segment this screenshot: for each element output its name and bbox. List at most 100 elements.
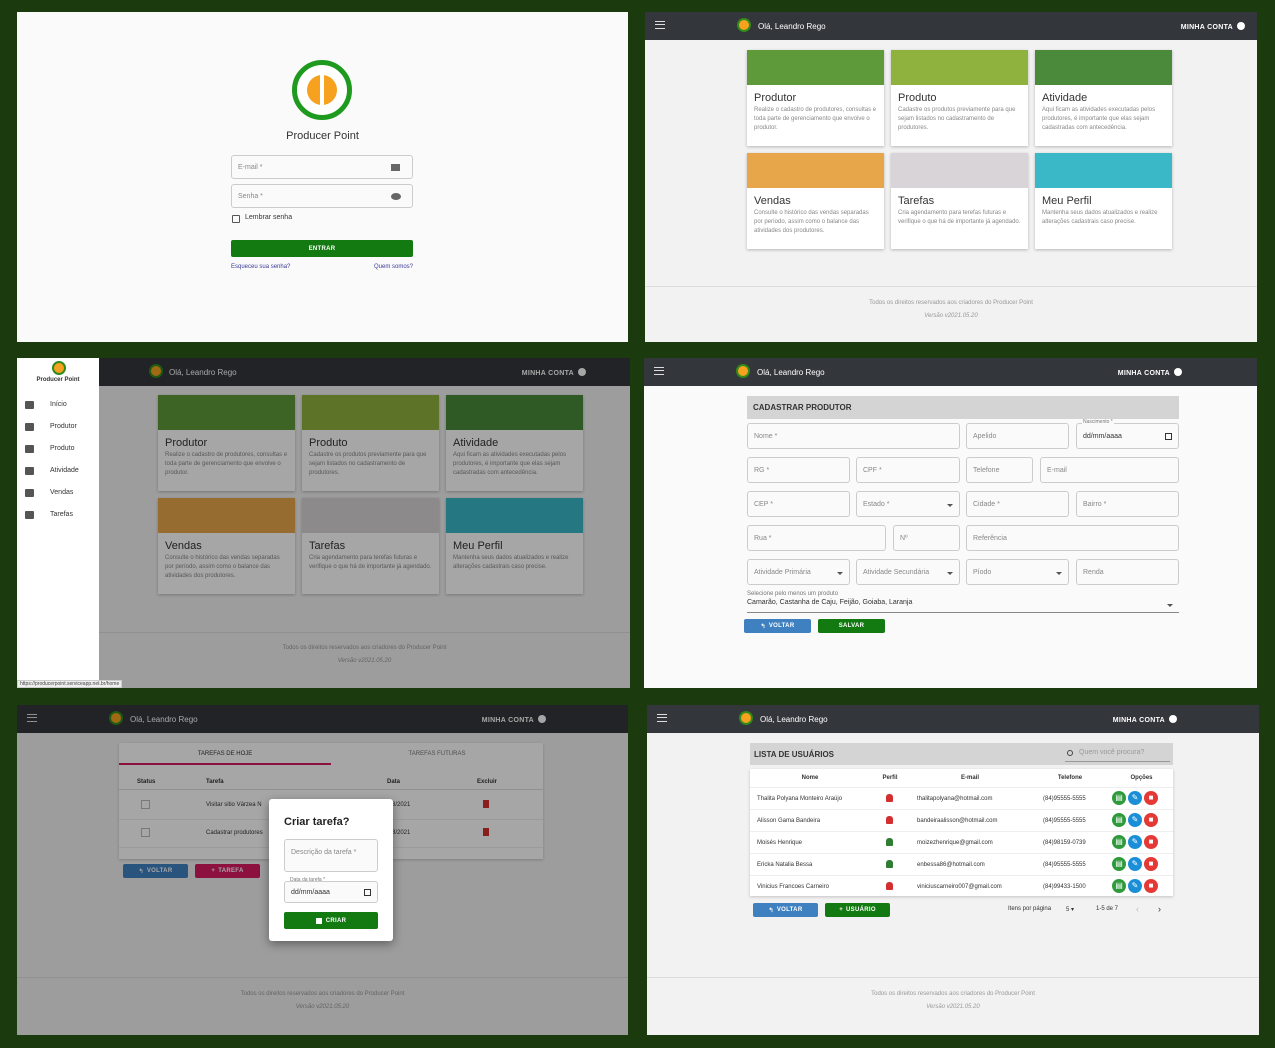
card-atividade[interactable]: Atividade Aqui ficam as atividades execut…	[1035, 50, 1172, 146]
account-button[interactable]: MINHA CONTA	[1181, 22, 1245, 31]
task-date-field[interactable]: dd/mm/aaaa	[284, 881, 378, 903]
calendar-icon[interactable]	[364, 889, 371, 896]
edit-icon[interactable]: ✎	[1128, 857, 1142, 871]
delete-icon[interactable]: ■	[1144, 813, 1158, 827]
card-produto[interactable]: Produto Cadastre os produtos previamente …	[891, 50, 1028, 146]
about-link[interactable]: Quem somos?	[374, 264, 413, 270]
user-phone: (84)98159-0739	[1043, 840, 1086, 846]
delete-icon[interactable]: ■	[1144, 791, 1158, 805]
card-tarefas[interactable]: Tarefas Cria agendamento para terefas fut…	[891, 153, 1028, 249]
email-field[interactable]: E-mail *	[231, 155, 413, 179]
rua-field[interactable]: Rua *	[747, 525, 886, 551]
footer: Todos os direitos reservados aos criador…	[871, 991, 1035, 1010]
calendar-icon[interactable]	[1165, 433, 1172, 440]
card-meu-perfil[interactable]: Meu Perfil Mantenha seus dados atualizado…	[1035, 153, 1172, 249]
report-icon[interactable]: ▤	[1112, 791, 1126, 805]
nome-field[interactable]: Nome *	[747, 423, 960, 449]
person-icon	[886, 816, 893, 824]
visibility-off-icon[interactable]	[391, 193, 401, 200]
menu-icon[interactable]	[654, 367, 664, 375]
prev-page-icon[interactable]: ‹	[1136, 904, 1139, 914]
top-bar: Olá, Leandro Rego MINHA CONTA	[644, 358, 1257, 386]
cep-field[interactable]: CEP *	[747, 491, 850, 517]
delete-icon[interactable]: ■	[1144, 857, 1158, 871]
nascimento-label: Nascimento *	[1082, 419, 1114, 425]
menu-icon[interactable]	[655, 21, 665, 29]
logo-small	[737, 18, 751, 32]
referencia-field[interactable]: Referência	[966, 525, 1179, 551]
card-description: Mantenha seus dados atualizados e realiz…	[1042, 210, 1158, 225]
numero-field[interactable]: Nº	[893, 525, 960, 551]
clipboard-icon	[25, 511, 34, 519]
report-icon[interactable]: ▤	[1112, 879, 1126, 893]
task-description-field[interactable]: Descrição da tarefa *	[284, 839, 378, 872]
salvar-button[interactable]: SALVAR	[818, 619, 885, 633]
home-panel: Olá, Leandro Rego MINHA CONTA Produtor Re…	[645, 12, 1257, 342]
cidade-field[interactable]: Cidade *	[966, 491, 1069, 517]
sidebar-item-label: Produtor	[50, 423, 77, 430]
nascimento-field[interactable]: dd/mm/aaaa	[1076, 423, 1179, 449]
account-button[interactable]: MINHA CONTA	[1113, 715, 1177, 724]
logo-small	[739, 711, 753, 725]
enter-button[interactable]: ENTRAR	[231, 240, 413, 257]
user-header: Opções	[1130, 775, 1153, 781]
delete-icon[interactable]: ■	[1144, 835, 1158, 849]
report-icon[interactable]: ▤	[1112, 813, 1126, 827]
user-name: Ericka Natalia Bessa	[757, 862, 813, 868]
bairro-field[interactable]: Bairro *	[1076, 491, 1179, 517]
sidebar-item-produtor[interactable]: Produtor	[17, 416, 99, 438]
sidebar-item-atividade[interactable]: Atividade	[17, 460, 99, 482]
rg-field[interactable]: RG *	[747, 457, 850, 483]
app-name: Producer Point	[286, 130, 359, 142]
sidebar-item-início[interactable]: Início	[17, 394, 99, 416]
per-page-select[interactable]: 5 ▾	[1066, 906, 1074, 913]
account-circle-icon	[1237, 22, 1245, 30]
telefone-field[interactable]: Telefone	[966, 457, 1033, 483]
create-button[interactable]: CRIAR	[284, 912, 378, 929]
edit-icon[interactable]: ✎	[1128, 835, 1142, 849]
person-icon	[886, 838, 893, 846]
report-icon[interactable]: ▤	[1112, 857, 1126, 871]
edit-icon[interactable]: ✎	[1128, 791, 1142, 805]
periodo-select[interactable]: Píodo	[966, 559, 1069, 585]
report-icon[interactable]: ▤	[1112, 835, 1126, 849]
account-button[interactable]: MINHA CONTA	[1118, 368, 1182, 377]
edit-icon[interactable]: ✎	[1128, 879, 1142, 893]
sidebar-item-produto[interactable]: Produto	[17, 438, 99, 460]
password-field[interactable]: Senha *	[231, 184, 413, 208]
backdrop[interactable]	[17, 358, 630, 688]
cpf-field[interactable]: CPF *	[856, 457, 960, 483]
search-field[interactable]: Quem você procura?	[1065, 746, 1170, 762]
sidebar-item-vendas[interactable]: Vendas	[17, 482, 99, 504]
users-table-card: Nome Perfil E-mail Telefone Opções Thalita P…	[750, 769, 1173, 896]
next-page-icon[interactable]: ›	[1158, 904, 1161, 914]
sidebar-item-label: Produto	[50, 445, 75, 452]
delete-icon[interactable]: ■	[1144, 879, 1158, 893]
edit-icon[interactable]: ✎	[1128, 813, 1142, 827]
briefcase-icon	[25, 467, 34, 475]
voltar-button[interactable]: ↰ VOLTAR	[753, 903, 818, 917]
card-title: Atividade	[1042, 92, 1088, 104]
apelido-field[interactable]: Apelido	[966, 423, 1069, 449]
renda-field[interactable]: Renda	[1076, 559, 1179, 585]
person-icon	[886, 882, 893, 890]
user-email: viniciuscarneiro007@gmail.com	[917, 884, 1002, 890]
add-user-button[interactable]: + USUÁRIO	[825, 903, 890, 917]
email-field[interactable]: E-mail	[1040, 457, 1179, 483]
undo-icon: ↰	[760, 623, 766, 630]
tasks-panel: Olá, Leandro Rego MINHA CONTA TAREFAS DE…	[17, 705, 628, 1035]
voltar-button[interactable]: ↰ VOLTAR	[744, 619, 811, 633]
remember-checkbox[interactable]	[232, 215, 240, 223]
card-vendas[interactable]: Vendas Consulte o histórico das vendas se…	[747, 153, 884, 249]
forgot-password-link[interactable]: Esqueceu sua senha?	[231, 264, 290, 270]
estado-select[interactable]: Estado *	[856, 491, 960, 517]
login-panel: Producer Point E-mail * Senha * Lembrar …	[17, 12, 628, 342]
produtos-label: Selecione pelo menos um produto	[747, 591, 839, 597]
atividade-primaria-select[interactable]: Atividade Primária	[747, 559, 850, 585]
atividade-secundaria-select[interactable]: Atividade Secundária	[856, 559, 960, 585]
produtos-select[interactable]: Camarão, Castanha de Caju, Feijão, Goiab…	[747, 599, 1179, 613]
menu-icon[interactable]	[657, 714, 667, 722]
sidebar-item-tarefas[interactable]: Tarefas	[17, 504, 99, 526]
card-produtor[interactable]: Produtor Realize o cadastro de produtores…	[747, 50, 884, 146]
user-phone: (84)95555-5555	[1043, 862, 1086, 868]
